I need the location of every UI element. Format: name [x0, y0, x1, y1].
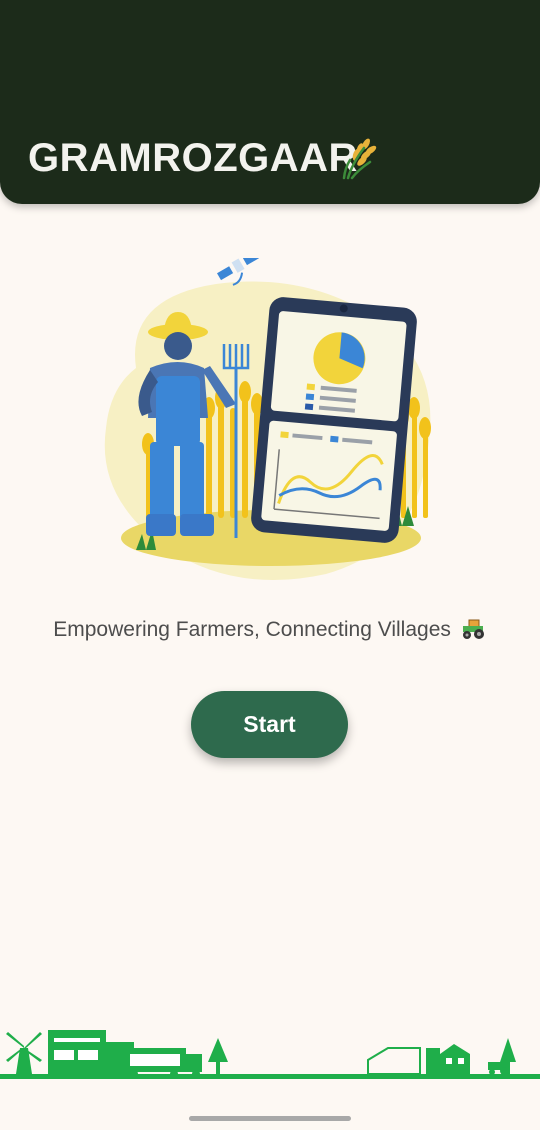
windmill-icon — [6, 1032, 42, 1074]
farmer-tablet-illustration — [104, 258, 431, 581]
wheat-sheaf-icon — [342, 138, 377, 180]
tree-icon — [208, 1038, 228, 1062]
house-building — [426, 1048, 440, 1074]
village-skyline-illustration — [0, 1030, 540, 1079]
tractor-icon — [462, 619, 484, 639]
tractor-footer-icon — [488, 1062, 508, 1075]
tablet-device — [251, 297, 417, 543]
tagline-text: Empowering Farmers, Connecting Villages — [53, 618, 451, 641]
greenhouse-icon — [367, 1047, 421, 1075]
start-button[interactable]: Start — [191, 691, 348, 758]
app-header: GRAMROZGAAR — [0, 0, 540, 204]
app-title: GRAMROZGAAR — [28, 136, 358, 180]
tagline: Empowering Farmers, Connecting Villages — [0, 618, 540, 642]
home-indicator[interactable] — [189, 1116, 351, 1121]
